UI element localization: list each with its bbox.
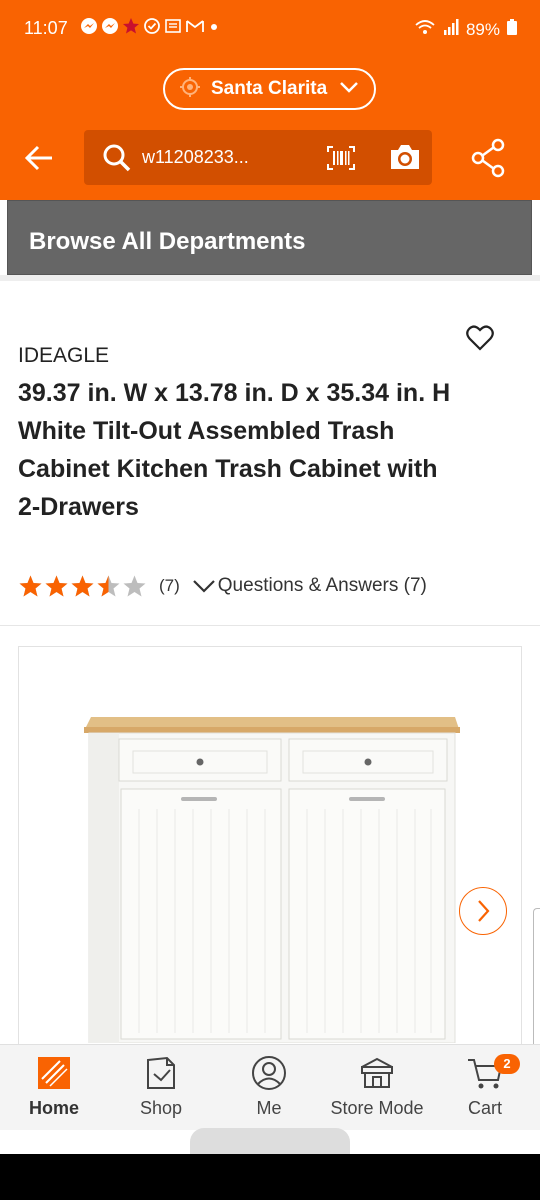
- wifi-icon: [414, 18, 436, 41]
- star-icon: [123, 575, 146, 597]
- next-image-button[interactable]: [459, 887, 507, 935]
- share-button[interactable]: [470, 138, 510, 178]
- browse-departments-button[interactable]: Browse All Departments: [7, 200, 532, 275]
- store-selector[interactable]: Santa Clarita: [163, 68, 376, 110]
- browse-departments-label: Browse All Departments: [29, 228, 306, 255]
- nav-store-mode[interactable]: Store Mode: [323, 1045, 431, 1131]
- shop-bag-icon: [143, 1055, 179, 1096]
- product-brand[interactable]: IDEAGLE: [18, 344, 109, 368]
- status-system-icons: 89%: [414, 18, 518, 41]
- gmail-icon: [185, 17, 205, 41]
- nav-cart[interactable]: Cart: [431, 1045, 539, 1131]
- bottom-navigation: Home Shop Me Store Mode Cart: [0, 1044, 540, 1130]
- divider: [0, 625, 540, 626]
- news-icon: [164, 17, 182, 41]
- star-icon: [71, 575, 94, 597]
- status-bar: 11:07 89%: [0, 0, 540, 58]
- status-time: 11:07: [24, 18, 68, 38]
- nav-label: Store Mode: [330, 1098, 424, 1118]
- review-count[interactable]: (7): [159, 576, 180, 596]
- dot-icon: [208, 17, 220, 41]
- store-name: Santa Clarita: [211, 78, 328, 99]
- search-icon: [102, 143, 132, 178]
- barcode-scan-icon[interactable]: [327, 146, 355, 175]
- nav-label: Shop: [139, 1098, 183, 1118]
- chevron-down-icon[interactable]: [192, 579, 216, 593]
- product-image: [84, 717, 460, 1043]
- back-button[interactable]: [22, 140, 62, 176]
- signal-icon: [442, 18, 460, 41]
- battery-level: 89%: [465, 19, 500, 39]
- home-gesture-handle[interactable]: [190, 1128, 350, 1154]
- user-icon: [251, 1055, 287, 1096]
- store-icon: [358, 1055, 396, 1096]
- chevron-down-icon: [339, 80, 359, 99]
- search-bar[interactable]: w11208233...: [84, 130, 432, 185]
- rating-stars[interactable]: [18, 574, 147, 598]
- home-depot-logo-icon: [36, 1055, 72, 1096]
- check-circle-icon: [143, 17, 161, 41]
- star-icon: [19, 575, 42, 597]
- nav-label: Cart: [467, 1098, 502, 1118]
- cart-count-badge: 2: [494, 1054, 520, 1074]
- camera-icon[interactable]: [388, 142, 422, 177]
- nav-shop[interactable]: Shop: [107, 1045, 215, 1131]
- app-header: 11:07 89% Santa Clarita w11208233...: [0, 0, 540, 200]
- star-icon: [122, 17, 140, 41]
- star-icon: [45, 575, 68, 597]
- questions-answers-link[interactable]: Questions & Answers (7): [218, 575, 427, 597]
- star-icon: [97, 575, 120, 597]
- nav-label: Me: [256, 1098, 282, 1118]
- battery-icon: [506, 18, 518, 41]
- product-title: 39.37 in. W x 13.78 in. D x 35.34 in. H …: [18, 379, 451, 521]
- rating-row: (7) Questions & Answers (7): [18, 570, 427, 602]
- nav-me[interactable]: Me: [215, 1045, 323, 1131]
- messenger-icon: [80, 17, 98, 41]
- location-target-icon: [179, 76, 201, 103]
- favorite-heart-icon[interactable]: [466, 325, 494, 351]
- product-image-frame[interactable]: [18, 646, 522, 1066]
- search-input[interactable]: w11208233...: [142, 147, 249, 168]
- nav-home[interactable]: Home: [0, 1045, 108, 1131]
- messenger-icon: [101, 17, 119, 41]
- system-nav-bar: [0, 1154, 540, 1200]
- nav-label: Home: [28, 1098, 79, 1118]
- section-separator: [0, 275, 540, 281]
- status-notification-icons: [80, 17, 220, 41]
